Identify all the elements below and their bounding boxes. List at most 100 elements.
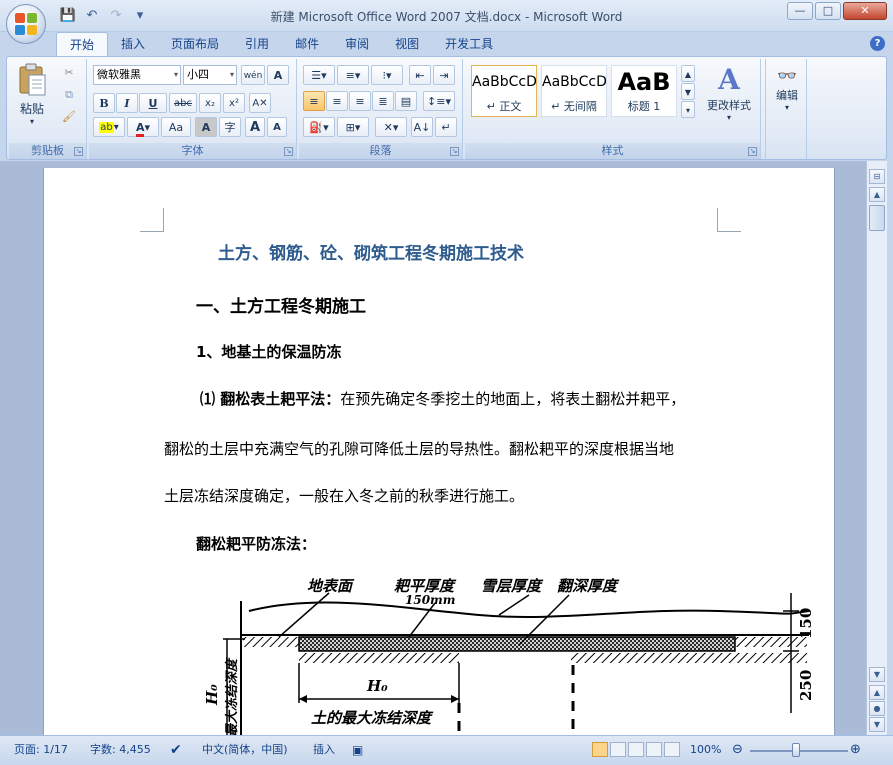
numbering-button[interactable]: ≡▾	[337, 65, 369, 85]
align-right-button[interactable]: ≡	[349, 91, 371, 111]
paste-button[interactable]: 粘贴 ▾	[15, 63, 49, 129]
scrollbar-thumb[interactable]	[869, 205, 885, 231]
styles-scroll-up-icon[interactable]: ▲	[681, 65, 695, 82]
style-no-spacing-sample: AaBbCcD	[542, 74, 607, 90]
font-size-combo[interactable]: 小四 ▾	[183, 65, 237, 85]
draft-view-icon[interactable]	[664, 742, 680, 757]
shading-button[interactable]: ⛽▾	[303, 117, 335, 137]
font-color-icon: A	[135, 121, 145, 137]
styles-more-icon[interactable]: ▾	[681, 101, 695, 118]
borders-button[interactable]: ⊞▾	[337, 117, 369, 137]
margin-corner-top-right	[717, 208, 741, 232]
page-count[interactable]: 页面: 1/17	[14, 741, 68, 759]
tab-review[interactable]: 审阅	[332, 32, 382, 56]
outline-view-icon[interactable]	[646, 742, 662, 757]
label-vertical-frost-depth: 最大冻结深度	[225, 658, 240, 735]
align-center-button[interactable]: ≡	[326, 91, 348, 111]
increase-indent-button[interactable]: ⇥	[433, 65, 455, 85]
tab-view[interactable]: 视图	[382, 32, 432, 56]
frost-protection-figure	[223, 592, 810, 735]
change-case-button[interactable]: Aa	[161, 117, 191, 137]
document-page[interactable]: 土方、钢筋、砼、砌筑工程冬期施工技术 一、土方工程冬期施工 1、地基土的保温防冻…	[43, 168, 835, 735]
cut-icon[interactable]: ✂	[59, 63, 79, 83]
style-normal-name: ↵ 正文	[486, 100, 522, 113]
maximize-button[interactable]: □	[815, 2, 841, 20]
style-normal[interactable]: AaBbCcD ↵ 正文	[471, 65, 537, 117]
bullets-button[interactable]: ☰▾	[303, 65, 335, 85]
clipboard-launcher-icon[interactable]: ↘	[74, 147, 83, 156]
superscript-button[interactable]: x²	[223, 93, 245, 113]
char-shading-button[interactable]: A	[195, 117, 217, 137]
change-styles-button[interactable]: A 更改样式 ▾	[701, 63, 757, 127]
style-no-spacing[interactable]: AaBbCcD ↵ 无间隔	[541, 65, 607, 117]
full-screen-reading-view-icon[interactable]	[610, 742, 626, 757]
proofing-icon[interactable]: ✔	[170, 741, 182, 759]
decrease-indent-button[interactable]: ⇤	[409, 65, 431, 85]
paragraph-1-lead: ⑴ 翻松表土耙平法：	[200, 390, 341, 408]
tab-insert[interactable]: 插入	[108, 32, 158, 56]
style-heading-1[interactable]: AaB 标题 1	[611, 65, 677, 117]
macro-record-icon[interactable]: ▣	[352, 741, 363, 759]
italic-button[interactable]: I	[116, 93, 138, 113]
char-border-button[interactable]: A	[267, 65, 289, 85]
grow-font-button[interactable]: A	[245, 117, 265, 137]
web-layout-view-icon[interactable]	[628, 742, 644, 757]
font-color-button[interactable]: A▾	[127, 117, 159, 137]
sort-button[interactable]: A↓	[411, 117, 433, 137]
copy-icon[interactable]: ⧉	[59, 85, 79, 105]
tab-developer[interactable]: 开发工具	[432, 32, 506, 56]
previous-page-icon[interactable]: ▲	[869, 685, 885, 700]
line-spacing-button[interactable]: ↕≡▾	[423, 91, 455, 111]
editing-button[interactable]: 👓 编辑 ▾	[768, 65, 806, 125]
zoom-in-icon[interactable]: ⊕	[850, 741, 861, 759]
chinese-layout-icon: ✕▾	[383, 121, 399, 134]
scroll-down-icon[interactable]: ▼	[869, 667, 885, 682]
bold-button[interactable]: B	[93, 93, 115, 113]
format-painter-icon[interactable]: 🖌	[59, 107, 79, 127]
align-left-button[interactable]: ≡	[303, 91, 325, 111]
font-name-combo[interactable]: 微软雅黑 ▾	[93, 65, 181, 85]
numbering-icon: ≡▾	[345, 69, 361, 82]
tab-home[interactable]: 开始	[56, 32, 109, 56]
minimize-button[interactable]: —	[787, 2, 813, 20]
font-launcher-icon[interactable]: ↘	[284, 147, 293, 156]
zoom-out-icon[interactable]: ⊖	[732, 741, 743, 759]
strikethrough-button[interactable]: abc	[169, 93, 197, 113]
print-layout-view-icon[interactable]	[592, 742, 608, 757]
styles-launcher-icon[interactable]: ↘	[748, 147, 757, 156]
heading-1: 一、土方工程冬期施工	[196, 297, 366, 317]
justify-button[interactable]: ≣	[372, 91, 394, 111]
select-browse-object-icon[interactable]: ●	[869, 701, 885, 716]
frost-protection-diagram: 地表面 耙平厚度 150mm 雪层厚度 翻深厚度 150 250 H₀ H₀ 最…	[199, 573, 819, 735]
close-button[interactable]: ✕	[843, 2, 887, 20]
help-icon[interactable]: ?	[870, 36, 885, 51]
scroll-up-icon[interactable]: ▲	[869, 187, 885, 202]
zoom-level[interactable]: 100%	[690, 741, 721, 759]
clear-formatting-button[interactable]: A✕	[249, 93, 271, 113]
tab-page-layout[interactable]: 页面布局	[158, 32, 232, 56]
office-button[interactable]	[6, 4, 46, 44]
language-indicator[interactable]: 中文(简体，中国)	[202, 741, 288, 759]
subscript-button[interactable]: x₂	[199, 93, 221, 113]
editing-group: 👓 编辑 ▾	[765, 59, 807, 159]
shrink-font-button[interactable]: A	[267, 117, 287, 137]
phonetic-guide-button[interactable]: wén	[241, 65, 265, 85]
chinese-layout-button[interactable]: ✕▾	[375, 117, 407, 137]
zoom-slider-thumb[interactable]	[792, 743, 800, 757]
highlight-button[interactable]: ab▾	[93, 117, 125, 137]
styles-scroll-down-icon[interactable]: ▼	[681, 83, 695, 100]
ruler-toggle-icon[interactable]: ⊟	[869, 169, 885, 184]
next-page-icon[interactable]: ▼	[869, 717, 885, 732]
tab-references[interactable]: 引用	[232, 32, 282, 56]
distributed-button[interactable]: ▤	[395, 91, 417, 111]
show-marks-button[interactable]: ↵	[435, 117, 457, 137]
clipboard-group: 粘贴 ▾ ✂ ⧉ 🖌 剪贴板 ↘	[9, 59, 87, 159]
underline-button[interactable]: U	[139, 93, 167, 113]
insert-mode[interactable]: 插入	[313, 741, 335, 759]
enclose-char-button[interactable]: 字	[219, 117, 241, 137]
tab-mailings[interactable]: 邮件	[282, 32, 332, 56]
word-count[interactable]: 字数: 4,455	[90, 741, 151, 759]
paragraph-launcher-icon[interactable]: ↘	[450, 147, 459, 156]
vertical-scrollbar[interactable]: ⊟ ▲ ▼ ▲ ● ▼	[866, 161, 887, 735]
multilevel-list-button[interactable]: ⁝▾	[371, 65, 403, 85]
